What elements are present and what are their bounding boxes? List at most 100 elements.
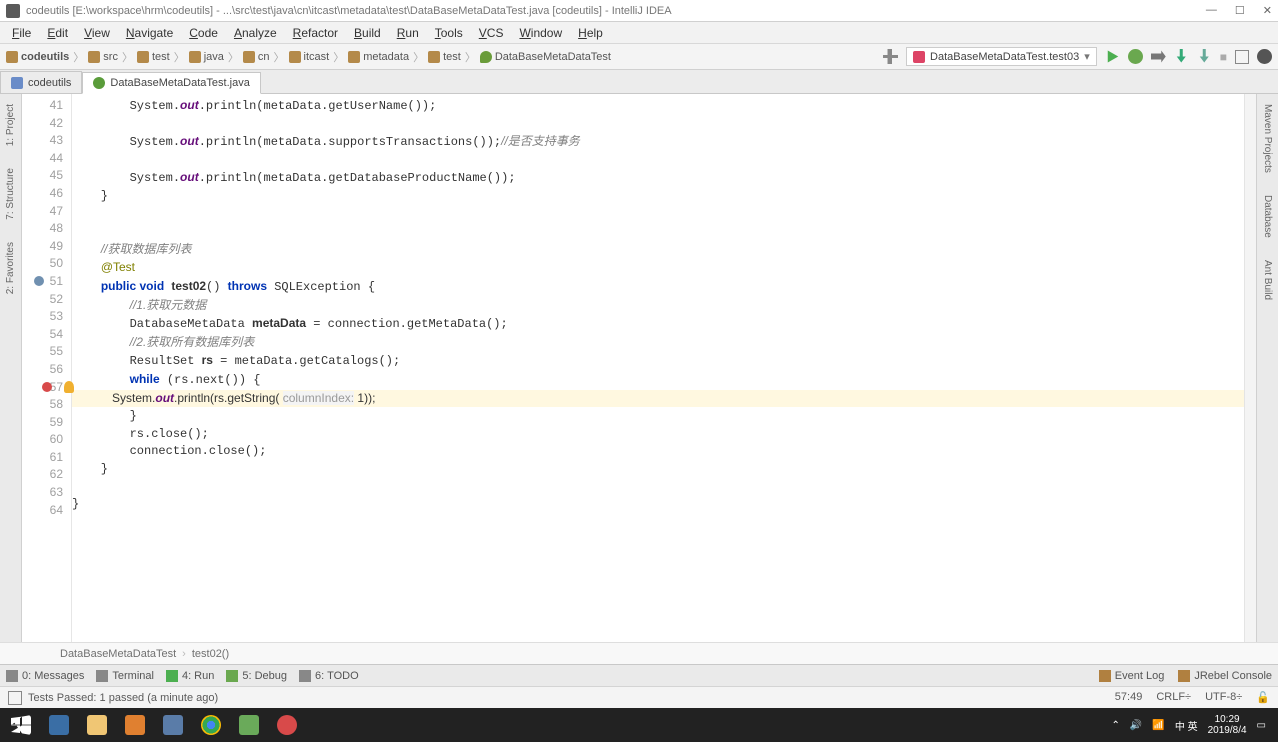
crumb-DataBaseMetaDataTest[interactable]: DataBaseMetaDataTest — [480, 51, 611, 63]
toolwin----run[interactable]: 4: Run — [166, 670, 214, 682]
chevron-down-icon: ▾ — [1084, 50, 1090, 63]
folder-icon — [88, 51, 100, 63]
close-button[interactable]: ✕ — [1263, 4, 1272, 17]
toolwin-icon — [299, 670, 311, 682]
tray-volume-icon[interactable]: 🔊 — [1130, 720, 1142, 731]
line-separator[interactable]: CRLF÷ — [1156, 691, 1191, 704]
crumb-codeutils[interactable]: codeutils — [6, 51, 69, 63]
taskbar-explorer[interactable] — [80, 711, 114, 739]
sidebar-ant-build[interactable]: Ant Build — [1262, 256, 1273, 304]
toolwin-icon — [6, 670, 18, 682]
editor-tabs: codeutilsDataBaseMetaDataTest.java — [0, 70, 1278, 94]
folder-icon — [428, 51, 440, 63]
tray-date[interactable]: 2019/8/4 — [1208, 725, 1247, 736]
left-sidebar: 1: Project 7: Structure 2: Favorites — [0, 94, 22, 642]
minimize-button[interactable]: — — [1206, 4, 1217, 17]
menu-edit[interactable]: Edit — [41, 24, 74, 42]
folder-icon — [137, 51, 149, 63]
toolwin-terminal[interactable]: Terminal — [96, 670, 154, 682]
tray-chevron-icon[interactable]: ⌃ — [1112, 720, 1120, 731]
maximize-button[interactable]: ☐ — [1235, 4, 1245, 17]
taskbar-chrome[interactable] — [194, 711, 228, 739]
folder-icon — [189, 51, 201, 63]
stop-button[interactable]: ■ — [1220, 50, 1227, 64]
sidebar----project[interactable]: 1: Project — [5, 100, 16, 150]
run-config-label: DataBaseMetaDataTest.test03 — [930, 51, 1079, 63]
menu-analyze[interactable]: Analyze — [228, 24, 283, 42]
run-config-icon — [913, 51, 925, 63]
project-structure-button[interactable] — [1235, 50, 1249, 64]
run-button[interactable] — [1105, 49, 1120, 64]
tray-notifications-icon[interactable]: ▭ — [1257, 720, 1266, 731]
crumb-test[interactable]: test — [428, 51, 461, 63]
taskbar-app-4[interactable] — [156, 711, 190, 739]
editor-area[interactable]: 4142434445464748495051525354555657585960… — [22, 94, 1256, 642]
breakpoint-icon[interactable] — [42, 382, 52, 392]
folder-icon — [348, 51, 360, 63]
crumb-src[interactable]: src — [88, 51, 118, 63]
run-config-selector[interactable]: DataBaseMetaDataTest.test03 ▾ — [906, 47, 1097, 66]
sidebar----favorites[interactable]: 2: Favorites — [5, 238, 16, 298]
breadcrumb-method[interactable]: test02() — [192, 648, 229, 660]
toolwin-jrebel-console[interactable]: JRebel Console — [1178, 670, 1272, 682]
crumb-cn[interactable]: cn — [243, 51, 270, 63]
coverage-button[interactable] — [1151, 49, 1166, 64]
intention-bulb-icon[interactable] — [64, 381, 74, 393]
hide-toolwindows-icon[interactable] — [8, 691, 22, 705]
taskbar-app-7[interactable] — [270, 711, 304, 739]
status-bar: Tests Passed: 1 passed (a minute ago) 57… — [0, 686, 1278, 708]
file-encoding[interactable]: UTF-8÷ — [1205, 691, 1242, 704]
build-icon[interactable] — [883, 49, 898, 64]
tab-DataBaseMetaDataTest.java[interactable]: DataBaseMetaDataTest.java — [82, 72, 260, 94]
right-sidebar: Maven Projects Database Ant Build — [1256, 94, 1278, 642]
menu-build[interactable]: Build — [348, 24, 387, 42]
menu-vcs[interactable]: VCS — [473, 24, 510, 42]
toolwin-icon — [96, 670, 108, 682]
cursor-position[interactable]: 57:49 — [1115, 691, 1143, 704]
taskbar-app-6[interactable] — [232, 711, 266, 739]
vertical-scrollbar[interactable] — [1244, 94, 1256, 642]
menu-code[interactable]: Code — [183, 24, 224, 42]
toolwin----messages[interactable]: 0: Messages — [6, 670, 84, 682]
code-editor[interactable]: System.out.println(metaData.getUserName(… — [72, 94, 1256, 642]
tab-codeutils[interactable]: codeutils — [0, 71, 82, 93]
sidebar-database[interactable]: Database — [1262, 191, 1273, 242]
windows-taskbar: ⌃ 🔊 📶 中 英 10:29 2019/8/4 ▭ — [0, 708, 1278, 742]
breadcrumb-class[interactable]: DataBaseMetaDataTest — [60, 648, 176, 660]
menu-refactor[interactable]: Refactor — [287, 24, 344, 42]
sidebar-maven-projects[interactable]: Maven Projects — [1262, 100, 1273, 177]
folder-icon — [6, 51, 18, 63]
jrebel-button[interactable] — [1174, 49, 1189, 64]
debug-button[interactable] — [1128, 49, 1143, 64]
start-button[interactable] — [4, 711, 38, 739]
search-everywhere-button[interactable] — [1257, 49, 1272, 64]
jrebel-debug-button[interactable] — [1197, 49, 1212, 64]
taskbar-intellij[interactable] — [42, 711, 76, 739]
tool-window-bar: 0: Messages Terminal 4: Run 5: Debug 6: TODO… — [0, 664, 1278, 686]
toolwin-event-log[interactable]: Event Log — [1099, 670, 1165, 682]
class-icon — [93, 77, 105, 89]
crumb-metadata[interactable]: metadata — [348, 51, 409, 63]
window-title: codeutils [E:\workspace\hrm\codeutils] -… — [26, 5, 672, 17]
crumb-itcast[interactable]: itcast — [289, 51, 330, 63]
menu-run[interactable]: Run — [391, 24, 425, 42]
menu-help[interactable]: Help — [572, 24, 609, 42]
toggle-readonly[interactable]: 🔓 — [1256, 691, 1270, 704]
sidebar----structure[interactable]: 7: Structure — [5, 164, 16, 224]
structure-breadcrumb[interactable]: DataBaseMetaDataTest › test02() — [0, 642, 1278, 664]
menu-window[interactable]: Window — [513, 24, 568, 42]
menu-bar: FileEditViewNavigateCodeAnalyzeRefactorB… — [0, 22, 1278, 44]
menu-file[interactable]: File — [6, 24, 37, 42]
crumb-java[interactable]: java — [189, 51, 224, 63]
run-marker-icon[interactable] — [34, 276, 44, 286]
menu-navigate[interactable]: Navigate — [120, 24, 179, 42]
toolwin----debug[interactable]: 5: Debug — [226, 670, 287, 682]
menu-view[interactable]: View — [78, 24, 116, 42]
gutter[interactable]: 4142434445464748495051525354555657585960… — [22, 94, 72, 642]
crumb-test[interactable]: test — [137, 51, 170, 63]
tray-wifi-icon[interactable]: 📶 — [1152, 720, 1164, 731]
toolwin----todo[interactable]: 6: TODO — [299, 670, 359, 682]
menu-tools[interactable]: Tools — [429, 24, 469, 42]
toolwin-icon — [166, 670, 178, 682]
taskbar-app-3[interactable] — [118, 711, 152, 739]
